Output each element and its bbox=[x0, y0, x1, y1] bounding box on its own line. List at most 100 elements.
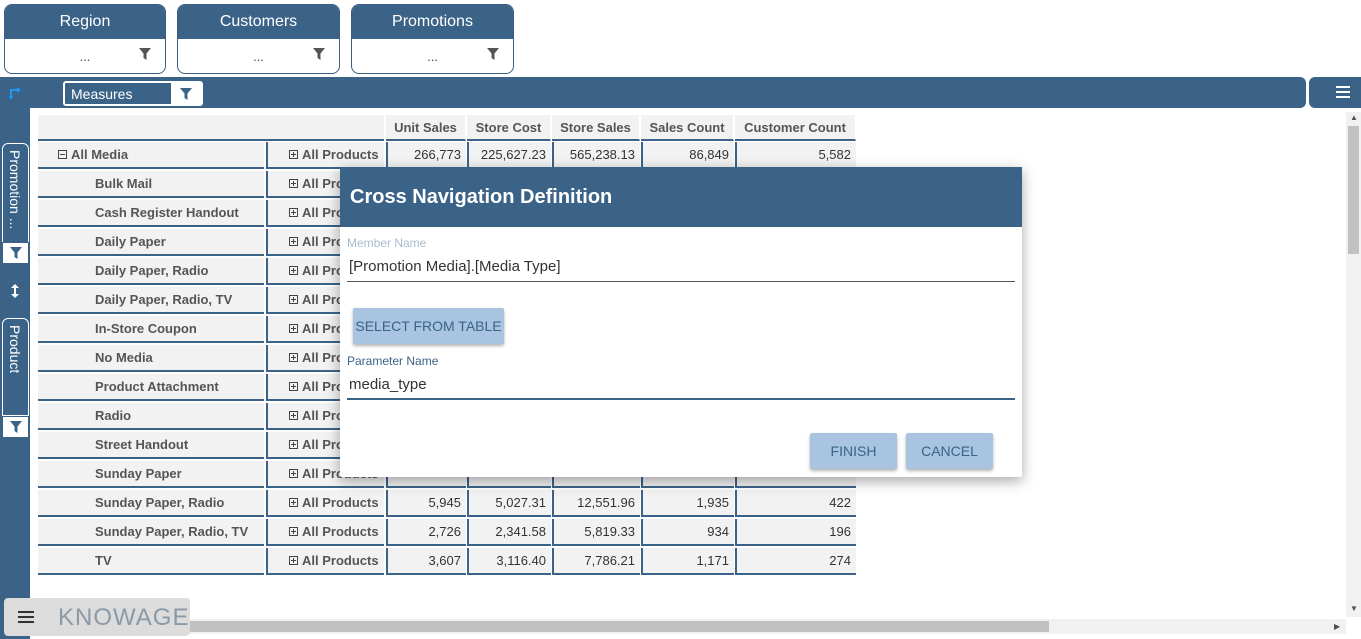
expand-icon[interactable] bbox=[289, 440, 298, 449]
scroll-down-arrow-icon[interactable]: ▼ bbox=[1350, 604, 1358, 613]
row-header[interactable]: In-Store Coupon bbox=[38, 316, 264, 343]
filter-funnel-icon[interactable] bbox=[487, 48, 499, 60]
product-header[interactable]: All Products bbox=[266, 142, 384, 169]
columns-axis-filter-button[interactable] bbox=[2, 416, 29, 438]
finish-button[interactable]: FINISH bbox=[810, 433, 897, 469]
table-cell[interactable]: 5,027.31 bbox=[467, 490, 551, 517]
product-header[interactable]: All Products bbox=[266, 490, 384, 517]
product-label: All Products bbox=[302, 495, 379, 510]
scroll-up-arrow-icon[interactable]: ▲ bbox=[1350, 113, 1358, 122]
expand-icon[interactable] bbox=[289, 179, 298, 188]
member-name-input[interactable]: [Promotion Media].[Media Type] bbox=[347, 252, 1015, 282]
expand-icon[interactable] bbox=[289, 411, 298, 420]
dialog-title: Cross Navigation Definition bbox=[340, 167, 1022, 227]
expand-icon[interactable] bbox=[289, 527, 298, 536]
filter-card-promotions[interactable]: Promotions ... bbox=[351, 4, 514, 74]
table-cell[interactable]: 422 bbox=[735, 490, 856, 517]
scroll-right-arrow-icon[interactable]: ▶ bbox=[1334, 622, 1340, 631]
vertical-scrollbar[interactable]: ▲ ▼ bbox=[1346, 112, 1361, 617]
row-header[interactable]: Bulk Mail bbox=[38, 171, 264, 198]
side-menu-bar bbox=[1309, 77, 1361, 108]
expand-icon[interactable] bbox=[289, 266, 298, 275]
row-header[interactable]: Daily Paper, Radio bbox=[38, 258, 264, 285]
table-cell[interactable]: 274 bbox=[735, 548, 856, 575]
expand-icon[interactable] bbox=[289, 382, 298, 391]
table-cell[interactable]: 86,849 bbox=[641, 142, 734, 169]
measures-filter-button[interactable] bbox=[171, 83, 201, 104]
row-header[interactable]: No Media bbox=[38, 345, 264, 372]
knowage-logo[interactable]: KNOWAGE bbox=[4, 598, 190, 636]
cancel-button[interactable]: CANCEL bbox=[906, 433, 993, 469]
table-cell[interactable]: 565,238.13 bbox=[552, 142, 640, 169]
measures-selector[interactable]: Measures bbox=[63, 81, 203, 106]
table-cell[interactable]: 1,171 bbox=[641, 548, 734, 575]
table-cell[interactable]: 934 bbox=[641, 519, 734, 546]
table-cell[interactable]: 12,551.96 bbox=[552, 490, 640, 517]
collapse-icon[interactable] bbox=[58, 150, 67, 159]
row-header[interactable]: Cash Register Handout bbox=[38, 200, 264, 227]
measures-label: Measures bbox=[71, 86, 133, 102]
table-cell[interactable]: 266,773 bbox=[386, 142, 466, 169]
table-cell[interactable]: 3,116.40 bbox=[467, 548, 551, 575]
filter-card-customers[interactable]: Customers ... bbox=[177, 4, 340, 74]
row-header[interactable]: Product Attachment bbox=[38, 374, 264, 401]
expand-icon[interactable] bbox=[289, 353, 298, 362]
table-cell[interactable]: 3,607 bbox=[386, 548, 466, 575]
parameter-name-input[interactable]: media_type bbox=[347, 370, 1015, 400]
row-header[interactable]: Daily Paper, Radio, TV bbox=[38, 287, 264, 314]
swap-axes-icon[interactable] bbox=[8, 85, 24, 101]
row-header[interactable]: All Media bbox=[38, 142, 264, 169]
table-cell[interactable]: 7,786.21 bbox=[552, 548, 640, 575]
columns-axis-product[interactable]: Product bbox=[2, 318, 29, 416]
row-label: Cash Register Handout bbox=[95, 205, 239, 220]
filter-funnel-icon[interactable] bbox=[139, 48, 151, 60]
filter-card-region[interactable]: Region ... bbox=[4, 4, 166, 74]
table-cell[interactable]: 1,935 bbox=[641, 490, 734, 517]
expand-icon[interactable] bbox=[289, 324, 298, 333]
row-label: Street Handout bbox=[95, 437, 189, 452]
filter-title: Customers bbox=[178, 5, 339, 39]
horizontal-scroll-thumb[interactable] bbox=[47, 621, 1049, 632]
table-cell[interactable]: 5,945 bbox=[386, 490, 466, 517]
expand-icon[interactable] bbox=[289, 556, 298, 565]
column-header[interactable]: Store Sales bbox=[552, 115, 640, 141]
expand-icon[interactable] bbox=[289, 295, 298, 304]
row-header[interactable]: Sunday Paper bbox=[38, 461, 264, 488]
column-header[interactable]: Customer Count bbox=[735, 115, 856, 141]
table-cell[interactable]: 2,341.58 bbox=[467, 519, 551, 546]
row-header[interactable]: Sunday Paper, Radio, TV bbox=[38, 519, 264, 546]
row-header[interactable]: Daily Paper bbox=[38, 229, 264, 256]
table-cell[interactable]: 196 bbox=[735, 519, 856, 546]
menu-icon[interactable] bbox=[18, 611, 34, 623]
table-cell[interactable]: 2,726 bbox=[386, 519, 466, 546]
table-cell[interactable]: 5,582 bbox=[735, 142, 856, 169]
expand-icon[interactable] bbox=[289, 237, 298, 246]
table-cell[interactable]: 5,819.33 bbox=[552, 519, 640, 546]
expand-icon[interactable] bbox=[289, 208, 298, 217]
product-header[interactable]: All Products bbox=[266, 519, 384, 546]
table-cell[interactable]: 225,627.23 bbox=[467, 142, 551, 169]
expand-icon[interactable] bbox=[289, 150, 298, 159]
row-header[interactable]: TV bbox=[38, 548, 264, 575]
rows-axis-filter-button[interactable] bbox=[2, 242, 29, 264]
column-header[interactable]: Sales Count bbox=[641, 115, 734, 141]
rows-axis-promotion[interactable]: Promotion ... bbox=[2, 143, 29, 243]
row-label: Radio bbox=[95, 408, 132, 423]
swap-vertical-icon[interactable] bbox=[9, 283, 21, 299]
column-header[interactable]: Unit Sales bbox=[386, 115, 466, 141]
filter-funnel-icon[interactable] bbox=[313, 48, 325, 60]
row-label: Sunday Paper bbox=[95, 466, 182, 481]
menu-icon[interactable] bbox=[1336, 86, 1350, 98]
expand-icon[interactable] bbox=[289, 469, 298, 478]
column-header[interactable]: Store Cost bbox=[467, 115, 551, 141]
row-header[interactable]: Radio bbox=[38, 403, 264, 430]
cross-navigation-dialog: Cross Navigation Definition Member Name … bbox=[340, 167, 1022, 477]
vertical-scroll-thumb[interactable] bbox=[1348, 126, 1359, 254]
row-header[interactable]: Sunday Paper, Radio bbox=[38, 490, 264, 517]
row-label: TV bbox=[95, 553, 112, 568]
row-header[interactable]: Street Handout bbox=[38, 432, 264, 459]
expand-icon[interactable] bbox=[289, 498, 298, 507]
horizontal-scrollbar[interactable]: ◀ ▶ bbox=[30, 619, 1346, 634]
product-header[interactable]: All Products bbox=[266, 548, 384, 575]
select-from-table-button[interactable]: SELECT FROM TABLE bbox=[353, 308, 504, 344]
